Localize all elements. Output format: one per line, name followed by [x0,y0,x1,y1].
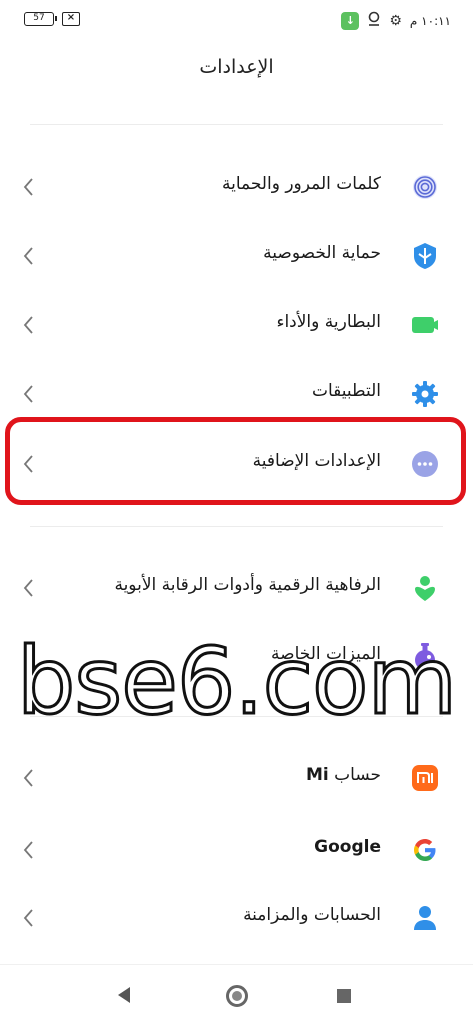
system-nav-bar [0,964,473,1024]
no-signal-icon: × [62,12,80,26]
settings-item-label: Google [314,837,381,857]
settings-item-label: كلمات المرور والحماية [221,174,381,194]
location-pin-icon [367,11,381,31]
status-bar-right: ↓ ⚙ ١٠:١١ م [341,11,451,31]
status-time: ١٠:١١ م [409,14,451,28]
settings-item-passwords-security[interactable]: كلمات المرور والحماية [0,157,473,217]
mi-account-prefix: حساب [334,765,381,785]
chevron-left-icon [23,579,33,597]
user-account-icon [411,904,439,932]
settings-item-battery[interactable]: البطارية والأداء [0,295,473,355]
divider [30,124,443,125]
shield-icon [411,242,439,270]
watermark: bse6.com [15,628,458,735]
settings-item-google[interactable]: Google [0,820,473,880]
chevron-left-icon [23,841,33,859]
gear-icon: ⚙ [389,13,402,29]
mi-logo-icon [411,764,439,792]
settings-item-label: التطبيقات [311,381,381,401]
settings-item-label: البطارية والأداء [276,312,381,332]
chevron-left-icon [23,385,33,403]
back-button[interactable] [118,987,130,1003]
settings-item-mi-account[interactable]: حساب Mi [0,748,473,808]
battery-performance-icon [411,311,439,339]
settings-item-apps[interactable]: التطبيقات [0,364,473,424]
settings-item-accounts-sync[interactable]: الحسابات والمزامنة [0,888,473,948]
chevron-left-icon [23,247,33,265]
battery-icon: 57 [24,12,57,26]
home-button[interactable] [226,985,248,1007]
settings-item-label: حماية الخصوصية [263,243,381,263]
recents-button[interactable] [337,989,351,1003]
highlight-annotation-box [5,417,466,505]
divider [30,526,443,527]
mi-account-brand: Mi [305,765,329,785]
chevron-left-icon [23,769,33,787]
settings-item-label: حساب Mi [306,765,381,785]
status-bar-left: 57 × [24,12,80,26]
settings-item-label: الرفاهية الرقمية وأدوات الرقابة الأبوية [114,575,381,595]
settings-item-label: الحسابات والمزامنة [243,905,381,925]
fingerprint-icon [411,173,439,201]
gear-icon [411,380,439,408]
wellbeing-icon [411,574,439,602]
chevron-left-icon [23,909,33,927]
chevron-left-icon [23,178,33,196]
page-title: الإعدادات [199,56,274,78]
chevron-left-icon [23,316,33,334]
settings-item-digital-wellbeing[interactable]: الرفاهية الرقمية وأدوات الرقابة الأبوية [0,558,473,618]
google-logo-icon [411,836,439,864]
settings-item-privacy[interactable]: حماية الخصوصية [0,226,473,286]
status-bar: 57 × ↓ ⚙ ١٠:١١ م [0,0,473,40]
download-notification-icon: ↓ [341,12,360,30]
